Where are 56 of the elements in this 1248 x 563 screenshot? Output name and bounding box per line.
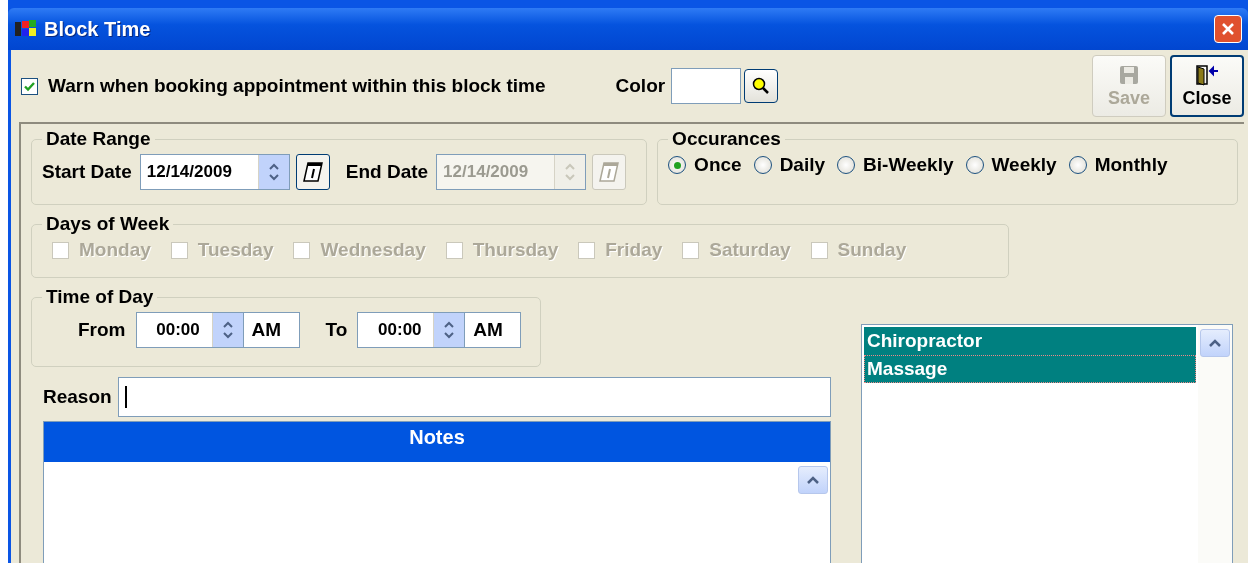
option-label: Weekly [991,154,1057,176]
close-button[interactable]: Close [1170,55,1244,117]
time-label: To [325,319,348,341]
spin-arrows-icon[interactable] [442,319,457,341]
search-button[interactable] [744,69,779,103]
time-field[interactable]: 00:00 [135,312,244,348]
day-label: Friday [605,239,663,261]
chevron-up-icon [806,475,820,485]
radio-button[interactable] [668,156,687,174]
radio-button[interactable] [753,156,772,174]
date-label: End Date [345,161,429,183]
day-label: Monday [79,239,151,261]
spin-arrows-icon[interactable] [220,319,235,341]
option-label: Monthly [1094,154,1168,176]
window-title: Block Time [44,17,151,41]
radio-button[interactable] [837,156,856,174]
day-label: Sunday [837,239,907,261]
reason-field[interactable] [117,377,831,417]
day-label: Thursday [472,239,559,261]
warn-checkbox[interactable] [21,77,38,95]
group-title: Days of Week [45,213,171,235]
close-icon[interactable] [1214,15,1242,43]
ampm-field[interactable]: AM [465,312,522,348]
list-item[interactable]: Massage [864,355,1196,383]
color-label: Color [615,75,666,97]
scroll-up-button[interactable] [1200,329,1230,357]
notes-header: Notes [44,422,830,462]
day-label: Tuesday [197,239,274,261]
group-title: Time of Day [45,286,155,308]
calendar-icon [598,160,621,184]
warn-label: Warn when booking appointment within this block time [48,75,546,97]
day-label: Saturday [709,239,791,261]
list-item[interactable]: Chiropractor [864,327,1196,355]
radio-button[interactable] [965,156,984,174]
date-field[interactable]: 12/14/2009 [139,154,290,190]
ampm-field[interactable]: AM [243,312,300,348]
chevron-up-icon [1208,338,1222,348]
scroll-up-button[interactable] [798,466,828,494]
app-icon [14,19,38,39]
option-label: Once [694,154,742,176]
door-exit-icon [1194,63,1220,86]
option-label: Daily [779,154,826,176]
calendar-icon [301,160,324,184]
option-label: Bi-Weekly [863,154,954,176]
group-title: Date Range [45,128,152,150]
reason-label: Reason [43,386,112,408]
time-field[interactable]: 00:00 [357,312,466,348]
notes-box[interactable]: Notes [43,421,831,563]
date-label: Start Date [42,161,132,183]
group-title: Occurances [671,128,782,150]
time-label: From [78,319,126,341]
day-label: Wednesday [320,239,426,261]
color-field[interactable] [671,68,742,104]
radio-button[interactable] [1068,156,1087,174]
spin-arrows-icon[interactable] [266,161,281,183]
calendar-button[interactable] [295,154,330,190]
